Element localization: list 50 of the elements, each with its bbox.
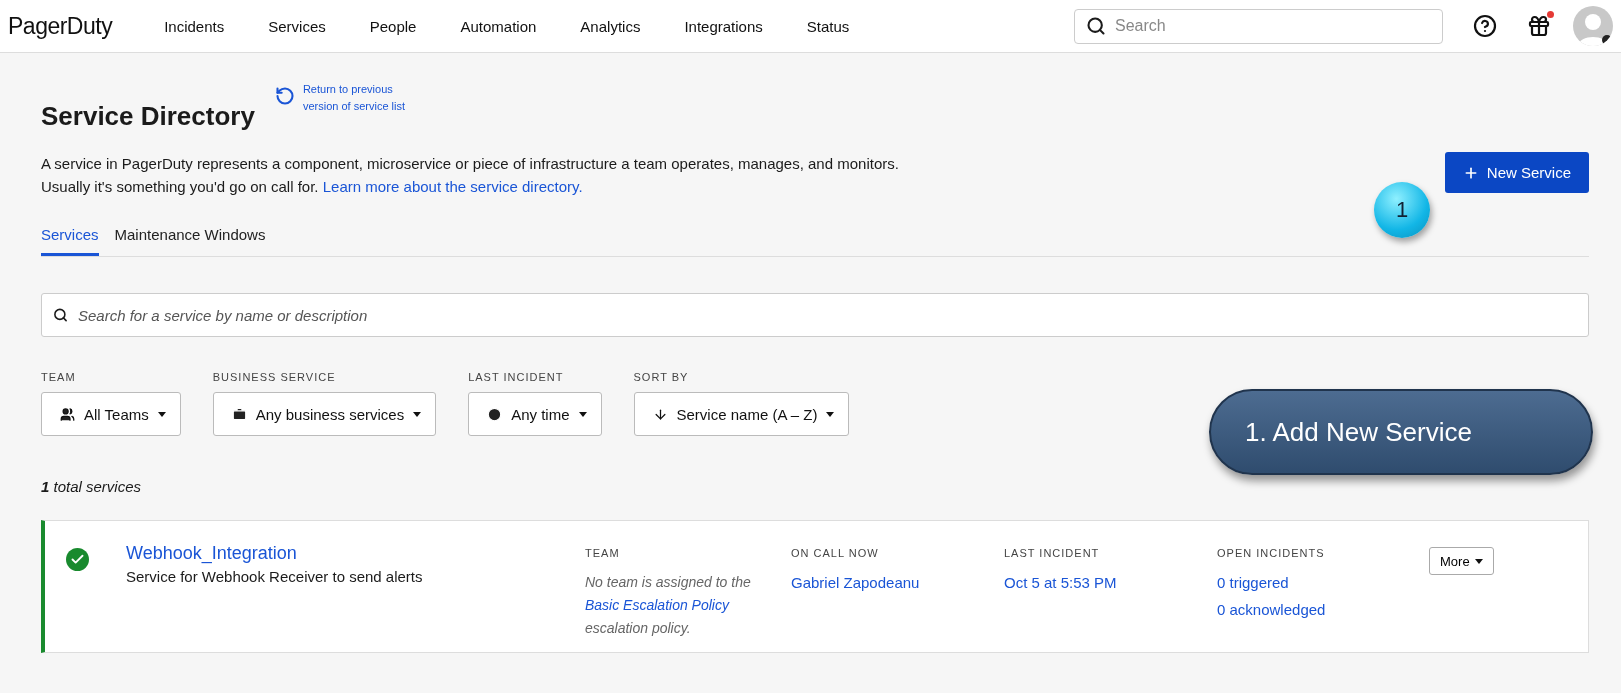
filter-dropdown[interactable]: Any business services bbox=[212, 392, 437, 436]
users-icon bbox=[60, 406, 75, 422]
acknowledged-link[interactable]: 0 acknowledged bbox=[1217, 598, 1429, 621]
filter-label: BUSINESS SERVICE bbox=[212, 371, 337, 383]
nav-link[interactable]: Integrations bbox=[684, 17, 763, 35]
nav-link[interactable]: Status bbox=[806, 17, 850, 35]
service-search-field[interactable]: Search for a service by name or description bbox=[41, 293, 1589, 337]
service-name-link[interactable]: Webhook_Integration bbox=[126, 543, 585, 564]
search-field[interactable]: Search bbox=[1074, 8, 1443, 44]
team-text: No team is assigned to the Basic Escalation Policy escalation policy. bbox=[585, 573, 752, 638]
page-title: Service Directory bbox=[41, 101, 255, 132]
more-button[interactable]: More bbox=[1429, 547, 1494, 575]
nav-link[interactable]: Automation bbox=[460, 17, 537, 35]
nav-link[interactable]: Services bbox=[268, 17, 326, 35]
nav-link[interactable]: People bbox=[369, 17, 417, 35]
logo[interactable]: PagerDuty bbox=[8, 12, 113, 40]
tab[interactable]: Maintenance Windows bbox=[114, 218, 266, 256]
column-label: LAST INCIDENT bbox=[1004, 547, 1101, 559]
search-icon bbox=[53, 307, 68, 323]
filter-label: LAST INCIDENT bbox=[468, 371, 565, 383]
column-label: ON CALL NOW bbox=[791, 547, 880, 559]
return-link[interactable]: Return to previous version of service list bbox=[274, 81, 425, 115]
filter-dropdown[interactable]: Service name (A – Z) bbox=[633, 392, 850, 436]
description: A service in PagerDuty represents a component, microservice or piece of infrastructure a team operates, manages, and monitors. Usually it's something you'd go on call for. Learn more about the service directory. bbox=[41, 154, 899, 197]
last-incident-link[interactable]: Oct 5 at 5:53 PM bbox=[1004, 571, 1217, 594]
nav-link[interactable]: Incidents bbox=[164, 17, 225, 35]
tab[interactable]: Services bbox=[41, 218, 99, 256]
new-service-button[interactable]: New Service bbox=[1444, 152, 1589, 193]
search-icon bbox=[1086, 16, 1106, 36]
callout-label: 1. Add New Service bbox=[1209, 389, 1593, 475]
briefcase-icon bbox=[231, 406, 247, 422]
filter-dropdown[interactable]: Any time bbox=[468, 392, 602, 436]
gift-button[interactable] bbox=[1527, 14, 1551, 38]
undo-icon bbox=[274, 86, 295, 106]
filter-label: TEAM bbox=[41, 371, 77, 383]
nav-link[interactable]: Analytics bbox=[580, 17, 641, 35]
on-call-link[interactable]: Gabriel Zapodeanu bbox=[791, 571, 1004, 594]
service-description: Service for Webhook Receiver to send alerts bbox=[126, 568, 424, 585]
avatar[interactable] bbox=[1573, 6, 1613, 46]
filter-dropdown[interactable]: All Teams bbox=[41, 392, 181, 436]
step-marker: 1 bbox=[1374, 182, 1430, 238]
total-count: 1 total services bbox=[41, 478, 143, 495]
column-label: TEAM bbox=[585, 547, 621, 559]
filter-label: SORT BY bbox=[633, 371, 690, 383]
learn-more-link[interactable]: Learn more about the service directory. bbox=[322, 178, 583, 195]
escalation-policy-link[interactable]: Basic Escalation Policy bbox=[585, 597, 729, 613]
help-button[interactable] bbox=[1473, 14, 1497, 38]
column-label: OPEN INCIDENTS bbox=[1217, 547, 1326, 559]
arrow-down-icon bbox=[652, 406, 668, 422]
triggered-link[interactable]: 0 triggered bbox=[1217, 571, 1429, 594]
